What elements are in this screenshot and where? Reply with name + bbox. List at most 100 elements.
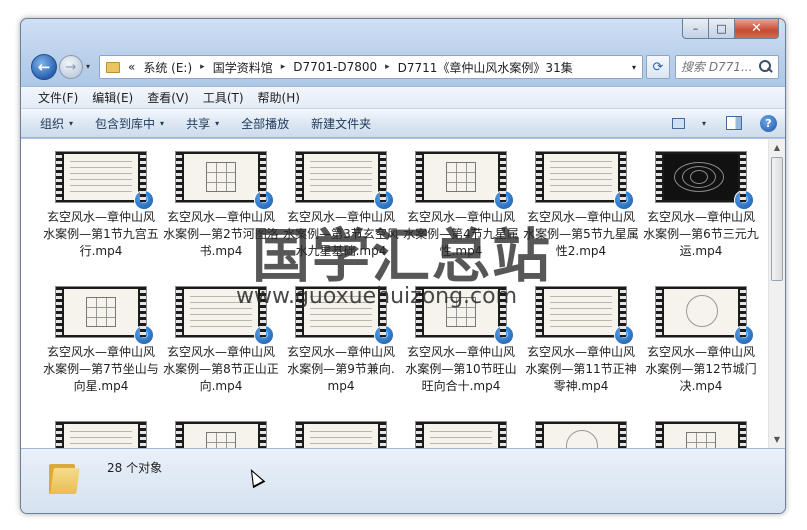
menu-view[interactable]: 查看(V) [140,89,196,106]
file-item[interactable]: ☉ [403,421,519,448]
file-name: 玄空风水—章仲山风水案例—第1节九宫五行.mp4 [43,210,159,258]
file-list: ☉ 玄空风水—章仲山风水案例—第1节九宫五行.mp4 ☉ 玄空风水—章仲山风水案例—第… [21,139,768,448]
file-item[interactable]: ☉ [43,421,159,448]
chevron-down-icon[interactable]: ▾ [702,119,706,128]
video-thumbnail: ☉ [655,286,754,345]
file-item[interactable]: ☉ 玄空风水—章仲山风水案例—第3节玄空风水九星基础.mp4 [283,151,399,260]
media-player-icon: ☉ [494,325,514,345]
new-folder-button[interactable]: 新建文件夹 [300,115,382,132]
video-thumbnail: ☉ [415,286,514,345]
media-player-icon: ☉ [374,325,394,345]
menu-tools[interactable]: 工具(T) [196,89,251,106]
file-name: 玄空风水—章仲山风水案例—第8节正山正向.mp4 [163,345,279,393]
organize-label: 组织 [40,116,65,131]
share-button[interactable]: 共享 ▾ [175,115,230,132]
chevron-down-icon: ▾ [215,118,220,128]
file-item[interactable]: ☉ 玄空风水—章仲山风水案例—第11节正神零神.mp4 [523,286,639,395]
menu-edit[interactable]: 编辑(E) [85,89,140,106]
video-thumbnail: ☉ [535,151,634,210]
thumbnail-frame [304,289,378,335]
file-item[interactable]: ☉ 玄空风水—章仲山风水案例—第8节正山正向.mp4 [163,286,279,395]
forward-arrow-icon[interactable]: → [59,55,83,79]
video-thumbnail: ☉ [55,286,154,345]
change-view-icon[interactable] [670,115,692,131]
video-thumbnail: ☉ [295,421,387,448]
file-item[interactable]: ☉ 玄空风水—章仲山风水案例—第1节九宫五行.mp4 [43,151,159,260]
file-item[interactable]: ☉ 玄空风水—章仲山风水案例—第2节河图洛书.mp4 [163,151,279,260]
breadcrumb-separator[interactable]: ▸ [196,62,209,72]
search-box[interactable] [675,55,779,79]
breadcrumb-overflow[interactable]: « [124,60,139,74]
details-pane: 28 个对象 [21,448,785,513]
recent-pages-dropdown[interactable]: ▾ [86,62,90,71]
file-item[interactable]: ☉ [523,421,639,448]
thumbnail-frame [544,289,618,335]
organize-button[interactable]: 组织 ▾ [29,115,84,132]
thumbnail-frame [664,424,738,448]
breadcrumb-drive[interactable]: 系统 (E:) [139,59,196,76]
share-label: 共享 [186,116,211,131]
chevron-down-icon: ▾ [160,118,165,128]
file-item[interactable]: ☉ 玄空风水—章仲山风水案例—第7节坐山与向星.mp4 [43,286,159,395]
maximize-button[interactable]: □ [709,19,735,39]
refresh-button[interactable]: ⟳ [646,55,670,79]
breadcrumb-separator[interactable]: ▸ [277,62,290,72]
play-all-button[interactable]: 全部播放 [230,115,300,132]
file-name: 玄空风水—章仲山风水案例—第5节九星属性2.mp4 [523,210,639,258]
scrollbar-thumb[interactable] [771,157,783,281]
back-arrow-icon[interactable]: ← [31,54,57,80]
breadcrumb-separator[interactable]: ▸ [381,62,394,72]
thumbnail-frame [424,154,498,200]
file-name: 玄空风水—章仲山风水案例—第9节兼向.mp4 [286,345,395,393]
video-thumbnail: ☉ [655,151,754,210]
menu-file[interactable]: 文件(F) [31,89,85,106]
video-thumbnail: ☉ [295,151,394,210]
file-item[interactable]: ☉ [643,421,759,448]
file-item[interactable]: ☉ 玄空风水—章仲山风水案例—第5节九星属性2.mp4 [523,151,639,260]
command-bar: 组织 ▾ 包含到库中 ▾ 共享 ▾ 全部播放 新建文件夹 ▾ ? [21,108,785,138]
object-count: 28 个对象 [107,461,163,475]
media-player-icon: ☉ [134,325,154,345]
vertical-scrollbar[interactable]: ▲ ▼ [768,139,785,448]
media-player-icon: ☉ [254,325,274,345]
caption-buttons: – □ ✕ [682,19,779,39]
file-item[interactable]: ☉ [283,421,399,448]
address-dropdown-icon[interactable]: ▾ [626,63,642,72]
video-thumbnail: ☉ [55,421,147,448]
menu-help[interactable]: 帮助(H) [251,89,307,106]
folder-icon [106,61,120,73]
file-item[interactable]: ☉ 玄空风水—章仲山风水案例—第10节旺山旺向合十.mp4 [403,286,519,395]
close-button[interactable]: ✕ [735,19,779,39]
minimize-button[interactable]: – [682,19,709,39]
file-item[interactable]: ☉ 玄空风水—章仲山风水案例—第6节三元九运.mp4 [643,151,759,260]
thumbnail-frame [544,424,618,448]
file-item[interactable]: ☉ 玄空风水—章仲山风水案例—第9节兼向.mp4 [283,286,399,395]
file-item[interactable]: ☉ [163,421,279,448]
media-player-icon: ☉ [614,325,634,345]
search-input[interactable] [676,60,756,74]
file-name: 玄空风水—章仲山风水案例—第3节玄空风水九星基础.mp4 [283,210,399,258]
include-library-label: 包含到库中 [95,116,156,131]
video-thumbnail: ☉ [295,286,394,345]
breadcrumb-folder[interactable]: 国学资料馆 [209,59,277,76]
file-item[interactable]: ☉ 玄空风水—章仲山风水案例—第4节九星属性.mp4 [403,151,519,260]
scroll-up-icon[interactable]: ▲ [769,139,785,156]
address-bar[interactable]: « 系统 (E:) ▸ 国学资料馆 ▸ D7701-D7800 ▸ D7711《… [99,55,643,79]
thumbnail-frame [184,424,258,448]
search-icon[interactable] [758,59,774,75]
thumbnail-frame [64,154,138,200]
preview-pane-icon[interactable] [726,116,742,130]
thumbnail-frame [664,289,738,335]
scroll-down-icon[interactable]: ▼ [769,431,785,448]
thumbnail-frame [64,424,138,448]
thumbnail-frame [184,289,258,335]
video-thumbnail: ☉ [535,286,634,345]
thumbnail-frame [664,154,738,200]
breadcrumb-folder[interactable]: D7701-D7800 [289,60,381,74]
include-library-button[interactable]: 包含到库中 ▾ [84,115,175,132]
breadcrumb-current[interactable]: D7711《章仲山风水案例》31集 [394,59,577,76]
file-item[interactable]: ☉ 玄空风水—章仲山风水案例—第12节城门决.mp4 [643,286,759,395]
video-thumbnail: ☉ [415,151,514,210]
file-name: 玄空风水—章仲山风水案例—第2节河图洛书.mp4 [163,210,279,258]
help-icon[interactable]: ? [760,114,777,132]
